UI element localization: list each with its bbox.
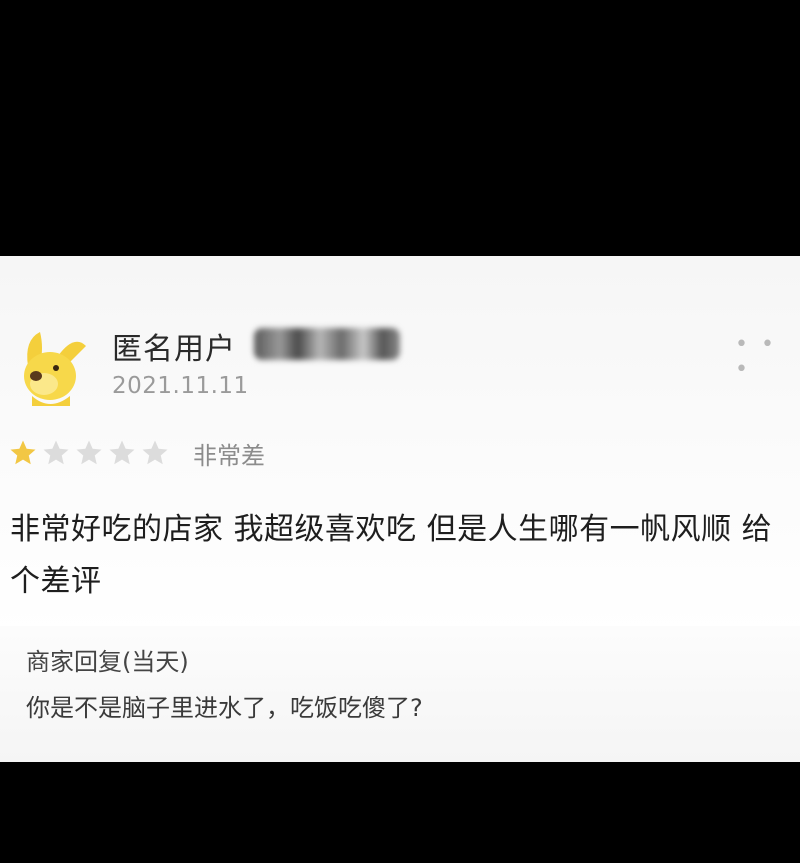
star-empty-icon xyxy=(76,440,102,465)
star-empty-icon xyxy=(43,440,69,465)
blurred-user-id xyxy=(254,328,400,360)
rating-label: 非常差 xyxy=(193,441,265,470)
more-options-button[interactable]: • • • xyxy=(735,332,800,382)
star-empty-icon xyxy=(142,440,168,465)
star-filled-icon xyxy=(10,440,36,465)
username[interactable]: 匿名用户 xyxy=(112,324,236,368)
reply-content: 你是不是脑子里进水了，吃饭吃傻了? xyxy=(26,694,423,722)
reply-title: 商家回复(当天) xyxy=(26,648,189,676)
screenshot-frame: 匿名用户 2021.11.11 • • • 非常差 非常好吃的店家 我超级喜欢吃… xyxy=(0,0,800,863)
yellow-dog-avatar-icon[interactable] xyxy=(14,326,94,410)
review-text: 非常好吃的店家 我超级喜欢吃 但是人生哪有一帆风顺 给个差评 xyxy=(10,512,773,599)
review-date: 2021.11.11 xyxy=(112,373,249,399)
rating-row: 非常差 xyxy=(8,436,265,470)
merchant-reply: 商家回复(当天) 你是不是脑子里进水了，吃饭吃傻了? xyxy=(0,626,800,762)
review-card: 匿名用户 2021.11.11 • • • 非常差 非常好吃的店家 我超级喜欢吃… xyxy=(0,256,800,762)
star-empty-icon xyxy=(109,440,135,465)
